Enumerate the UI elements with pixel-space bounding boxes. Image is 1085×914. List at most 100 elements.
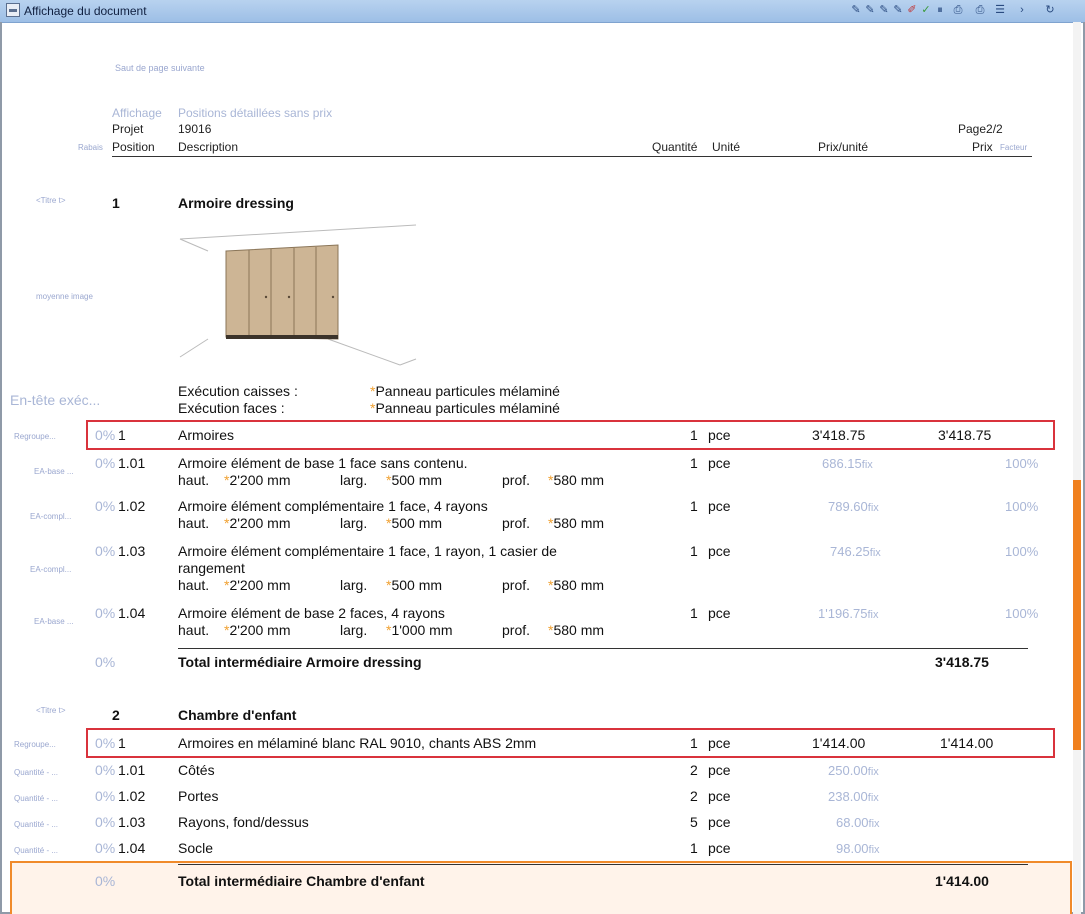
row-position: 1.03: [118, 543, 146, 559]
toolbar-list-icon[interactable]: ☰: [994, 4, 1006, 17]
row-unit-price: 686.15fix: [822, 456, 873, 471]
row-rabais: 0%: [95, 498, 116, 514]
row-unit: pce: [708, 498, 731, 514]
row-price: 3'418.75: [938, 427, 992, 443]
dim-height: *2'200 mm: [224, 577, 291, 593]
wardrobe-image: [178, 219, 418, 367]
subtotal-value: 3'418.75: [935, 654, 989, 670]
row-description[interactable]: Armoires en mélaminé blanc RAL 9010, cha…: [178, 735, 536, 751]
row-description[interactable]: Armoire élément de base 2 faces, 4 rayon…: [178, 605, 445, 621]
row-side-label: EA-compl...: [30, 565, 72, 574]
row-side-label: EA-base ...: [34, 617, 74, 626]
scrollbar-thumb[interactable]: [1073, 480, 1081, 750]
row-factor: 100%: [1005, 499, 1039, 514]
row-rabais: 0%: [95, 427, 116, 443]
row-description[interactable]: Armoires: [178, 427, 234, 443]
row-position: 1.01: [118, 762, 146, 778]
toolbar-pause-icon[interactable]: ⏸: [934, 4, 946, 17]
row-rabais: 0%: [95, 840, 116, 856]
subtotal-rule: [178, 864, 1028, 865]
dim-height-label: haut.: [178, 472, 210, 488]
row-unit-price: 746.25fix: [830, 544, 881, 559]
row-position: 1.04: [118, 840, 146, 856]
row-side-label: Quantité - ...: [14, 768, 59, 777]
row-unit: pce: [708, 605, 731, 621]
scrollbar-track[interactable]: [1073, 22, 1081, 914]
row-position: 1.02: [118, 498, 146, 514]
header-rule: [112, 156, 1032, 157]
row-description[interactable]: Socle: [178, 840, 213, 856]
section-number: 2: [112, 707, 120, 723]
row-unit: pce: [708, 814, 731, 830]
dim-height-label: haut.: [178, 577, 210, 593]
section-side-label: <Titre t>: [36, 196, 66, 205]
row-description-cont: rangement: [178, 560, 245, 576]
selected-subtotal-box[interactable]: [10, 861, 1072, 914]
toolbar-expand-icon[interactable]: ›: [1016, 4, 1028, 17]
display-value: Positions détaillées sans prix: [178, 106, 333, 120]
dim-width: *1'000 mm: [386, 622, 453, 638]
col-header-factor: Facteur: [1000, 143, 1028, 152]
window-title-bar: Affichage du document ✎ ✎ ✎ ✎ ✐ ✓ ⏸ ⎙ ⎙ …: [0, 0, 1085, 23]
dim-depth-label: prof.: [502, 577, 531, 593]
window-title: Affichage du document: [24, 4, 147, 18]
row-quantity: 1: [690, 605, 698, 621]
row-position: 1: [118, 427, 126, 443]
page-number: Page2/2: [958, 122, 1003, 136]
toolbar-edit-icon-1[interactable]: ✎: [850, 4, 862, 17]
dim-height: *2'200 mm: [224, 515, 291, 531]
row-position: 1: [118, 735, 126, 751]
section-title: Armoire dressing: [178, 195, 294, 211]
exec-line-value: *Panneau particules mélaminé: [370, 383, 560, 399]
dim-width: *500 mm: [386, 472, 443, 488]
row-price: 1'414.00: [940, 735, 994, 751]
dim-depth-label: prof.: [502, 622, 531, 638]
section-title: Chambre d'enfant: [178, 707, 297, 723]
subtotal-rabais: 0%: [95, 654, 116, 670]
subtotal-value: 1'414.00: [935, 873, 989, 889]
dim-height: *2'200 mm: [224, 622, 291, 638]
row-quantity: 1: [690, 455, 698, 471]
subtotal-label: Total intermédiaire Armoire dressing: [178, 654, 422, 670]
display-label: Affichage: [112, 106, 162, 120]
toolbar-edit-icon-4[interactable]: ✎: [892, 4, 904, 17]
dim-width: *500 mm: [386, 577, 443, 593]
toolbar-edit-icon-3[interactable]: ✎: [878, 4, 890, 17]
row-description[interactable]: Rayons, fond/dessus: [178, 814, 309, 830]
row-description[interactable]: Portes: [178, 788, 218, 804]
toolbar-preview-icon[interactable]: ⎙: [952, 4, 964, 17]
image-side-label: moyenne image: [36, 292, 93, 301]
row-unit-price: 3'418.75: [812, 427, 866, 443]
row-description[interactable]: Côtés: [178, 762, 215, 778]
toolbar-refresh-icon[interactable]: ↻: [1044, 4, 1056, 17]
project-value: 19016: [178, 122, 212, 136]
row-unit-price: 98.00fix: [836, 841, 880, 856]
dim-width-label: larg.: [340, 622, 368, 638]
row-rabais: 0%: [95, 735, 116, 751]
row-side-label: Regroupe...: [14, 432, 56, 441]
page-break-label: Saut de page suivante: [115, 63, 205, 73]
dim-depth: *580 mm: [548, 472, 605, 488]
row-rabais: 0%: [95, 543, 116, 559]
row-side-label: EA-compl...: [30, 512, 72, 521]
subtotal-rule: [178, 648, 1028, 649]
row-unit: pce: [708, 455, 731, 471]
dim-depth: *580 mm: [548, 515, 605, 531]
row-description[interactable]: Armoire élément complémentaire 1 face, 1…: [178, 543, 557, 559]
toolbar-print-icon[interactable]: ⎙: [974, 4, 986, 17]
row-description[interactable]: Armoire élément de base 1 face sans cont…: [178, 455, 468, 471]
row-unit: pce: [708, 840, 731, 856]
row-unit: pce: [708, 543, 731, 559]
row-unit-price: 238.00fix: [828, 789, 879, 804]
row-factor: 100%: [1005, 606, 1039, 621]
toolbar-pencil-icon[interactable]: ✐: [906, 4, 918, 17]
row-unit-price: 68.00fix: [836, 815, 880, 830]
col-header-unit: Unité: [712, 140, 741, 154]
toolbar-edit-icon-2[interactable]: ✎: [864, 4, 876, 17]
row-description[interactable]: Armoire élément complémentaire 1 face, 4…: [178, 498, 488, 514]
row-rabais: 0%: [95, 788, 116, 804]
section-number: 1: [112, 195, 120, 211]
row-rabais: 0%: [95, 814, 116, 830]
row-rabais: 0%: [95, 455, 116, 471]
toolbar-check-icon[interactable]: ✓: [920, 4, 932, 17]
